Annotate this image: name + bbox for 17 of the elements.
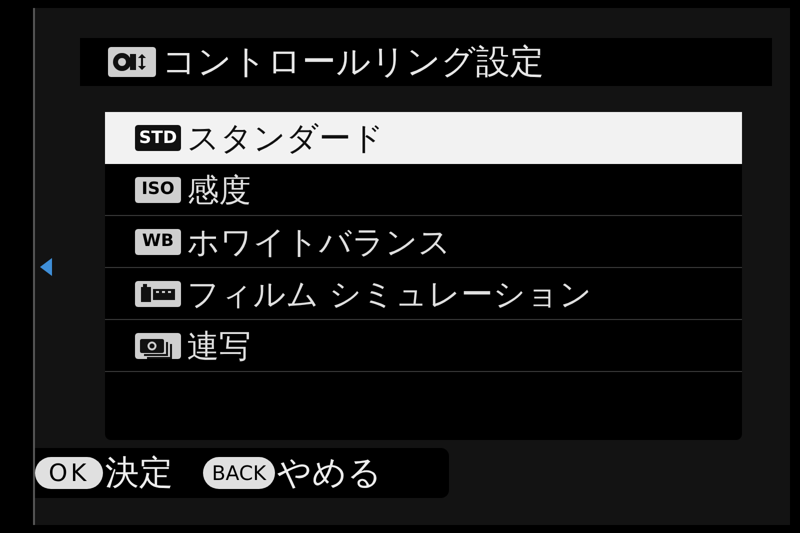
mode-badge: STD <box>135 125 181 151</box>
menu-item[interactable]: フィルム シミュレーション <box>105 268 742 320</box>
mode-badge: WB <box>135 228 181 254</box>
menu-title: コントロールリング設定 <box>162 45 544 79</box>
mode-badge: ISO <box>135 176 181 202</box>
guide-label: 決定 <box>105 456 173 490</box>
menu-item[interactable]: 連写 <box>105 320 742 372</box>
menu-item[interactable]: ISO 感度 <box>105 164 742 216</box>
control-ring-icon <box>108 47 156 77</box>
key-badge: OK <box>35 457 103 489</box>
film-icon <box>135 280 181 306</box>
menu-item[interactable]: STD スタンダード <box>105 112 742 164</box>
key-badge: BACK <box>203 457 275 489</box>
camera-icon <box>135 332 181 358</box>
left-arrow-icon <box>40 258 52 276</box>
guide-label: やめる <box>277 456 382 490</box>
menu-item[interactable]: WB ホワイトバランス <box>105 216 742 268</box>
